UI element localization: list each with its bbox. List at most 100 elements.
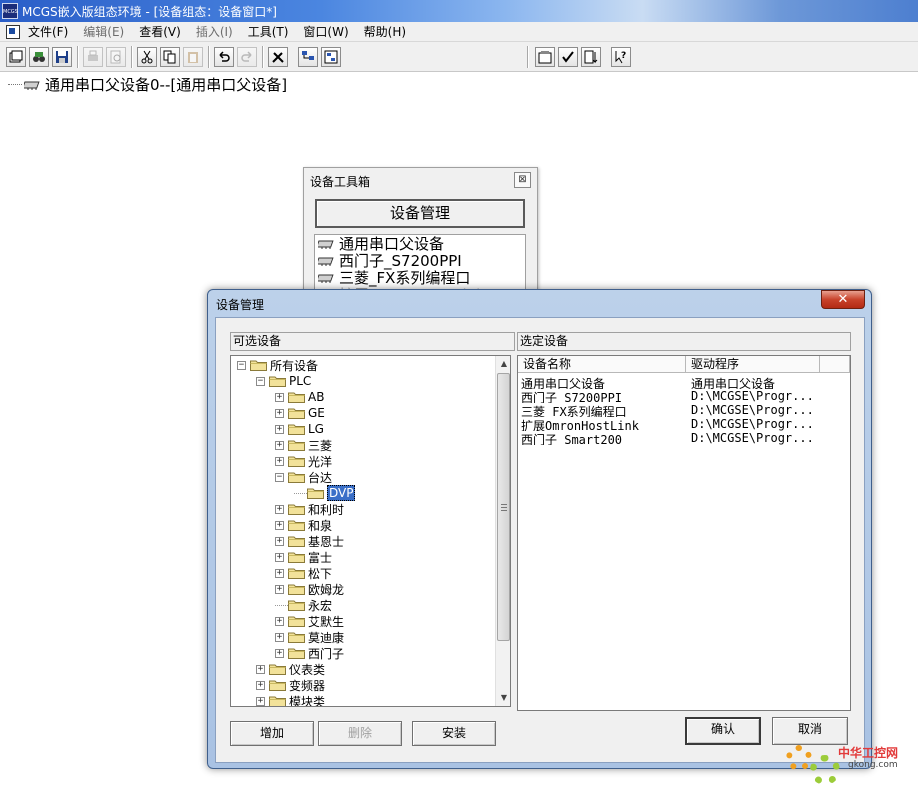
menu-item[interactable]: 查看(V) — [139, 23, 181, 40]
tree-node[interactable]: + 欧姆龙 — [275, 581, 344, 597]
collapse-icon[interactable]: − — [256, 376, 265, 386]
tree-node[interactable]: + AB — [275, 389, 324, 405]
tree-node[interactable]: − PLC — [256, 373, 311, 389]
collapse-icon[interactable]: − — [275, 472, 284, 482]
new-window-button[interactable] — [6, 47, 26, 67]
dialog-close-button[interactable]: ✕ — [821, 290, 865, 309]
delete-button[interactable]: 删除 — [318, 721, 402, 746]
folder-icon — [307, 488, 324, 499]
tree-node[interactable]: + 西门子 — [275, 645, 344, 661]
scroll-up-arrow-icon[interactable]: ▲ — [496, 356, 510, 372]
expand-icon[interactable]: + — [275, 408, 284, 418]
expand-icon[interactable]: + — [275, 520, 284, 530]
table-row[interactable]: 西门子_Smart200 D:\MCGSE\Progr... — [521, 431, 849, 445]
check-button[interactable] — [558, 47, 578, 67]
tree-node[interactable]: + 基恩士 — [275, 533, 344, 549]
ok-button[interactable]: 确认 — [685, 717, 761, 745]
cut-button[interactable] — [137, 47, 157, 67]
tree-node-label: 永宏 — [308, 598, 333, 613]
tree-node[interactable]: + 变频器 — [256, 677, 325, 693]
expand-icon[interactable]: + — [256, 680, 265, 690]
expand-icon[interactable]: + — [275, 440, 284, 450]
paste-button[interactable] — [183, 47, 203, 67]
tree-node[interactable]: + 模块类 — [256, 693, 325, 706]
menu-item[interactable]: 帮助(H) — [364, 23, 406, 40]
expand-icon[interactable]: + — [256, 696, 265, 706]
table-row[interactable]: 西门子_S7200PPI D:\MCGSE\Progr... — [521, 389, 849, 403]
device-window-button[interactable] — [321, 47, 341, 67]
menu-item[interactable]: 窗口(W) — [303, 23, 348, 40]
properties-button[interactable] — [535, 47, 555, 67]
folder-icon — [269, 680, 286, 691]
print-preview-button[interactable] — [106, 47, 126, 67]
table-row[interactable]: 通用串口父设备 通用串口父设备 — [521, 375, 849, 389]
tree-node[interactable]: − 所有设备 — [237, 357, 318, 373]
tree-node[interactable]: + 富士 — [275, 549, 332, 565]
expand-icon[interactable]: + — [275, 392, 284, 402]
tree-node[interactable]: + 三菱 — [275, 437, 332, 453]
tree-vertical-scrollbar[interactable]: ▲ ▼ — [495, 356, 510, 706]
expand-icon[interactable]: + — [275, 648, 284, 658]
save-button[interactable] — [52, 47, 72, 67]
svg-text:?: ? — [621, 51, 626, 61]
collapse-icon[interactable]: − — [237, 360, 246, 370]
tree-node[interactable]: DVP — [294, 485, 356, 501]
expand-icon[interactable]: + — [275, 584, 284, 594]
menu-item[interactable]: 插入(I) — [196, 23, 233, 40]
document-system-icon[interactable] — [6, 24, 20, 39]
scroll-down-arrow-icon[interactable]: ▼ — [496, 690, 510, 706]
sort-button[interactable] — [581, 47, 601, 67]
tree-node[interactable]: + 光洋 — [275, 453, 332, 469]
menu-item[interactable]: 编辑(E) — [83, 23, 124, 40]
expand-icon[interactable]: + — [275, 424, 284, 434]
column-driver[interactable]: 驱动程序 — [686, 356, 820, 373]
expand-icon[interactable]: + — [275, 536, 284, 546]
table-row[interactable]: 扩展OmronHostLink D:\MCGSE\Progr... — [521, 417, 849, 431]
tree-node[interactable]: + 莫迪康 — [275, 629, 344, 645]
serial-device-icon — [318, 257, 334, 266]
selected-devices-header: 选定设备 — [517, 332, 851, 351]
help-button[interactable]: ? — [611, 47, 631, 67]
selected-devices-list[interactable]: 设备名称 驱动程序 通用串口父设备 通用串口父设备 西门子_S7200PPI D:\M… — [517, 355, 851, 711]
expand-icon[interactable]: + — [275, 568, 284, 578]
undo-button[interactable] — [214, 47, 234, 67]
tools-button[interactable] — [268, 47, 288, 67]
expand-icon[interactable]: + — [275, 632, 284, 642]
expand-icon[interactable]: + — [275, 456, 284, 466]
install-button[interactable]: 安装 — [412, 721, 496, 746]
available-devices-tree[interactable]: ▲ ▼ − 所有设备 − PLC + AB + GE + LG + 三菱 + 光洋 − 台达 DVP + 和利时 + 和… — [230, 355, 511, 707]
menu-item[interactable]: 文件(F) — [28, 23, 68, 40]
column-device-name[interactable]: 设备名称 — [518, 356, 686, 373]
print-button[interactable] — [83, 47, 103, 67]
scrollbar-thumb[interactable] — [497, 373, 510, 641]
tree-node[interactable]: + 和利时 — [275, 501, 344, 517]
gear-icon — [786, 745, 812, 771]
tree-node[interactable]: + LG — [275, 421, 324, 437]
toolbox-close-button[interactable]: ⊠ — [514, 172, 531, 188]
tree-node[interactable]: + 和泉 — [275, 517, 332, 533]
open-button[interactable] — [29, 47, 49, 67]
tree-node[interactable]: 永宏 — [275, 597, 332, 613]
redo-button[interactable] — [237, 47, 257, 67]
tree-node[interactable]: + 仪表类 — [256, 661, 325, 677]
tree-node[interactable]: + GE — [275, 405, 325, 421]
table-row[interactable]: 三菱_FX系列编程口 D:\MCGSE\Progr... — [521, 403, 849, 417]
tree-node[interactable]: + 松下 — [275, 565, 332, 581]
expand-icon[interactable]: + — [275, 616, 284, 626]
add-button[interactable]: 增加 — [230, 721, 314, 746]
tree-node[interactable]: + 艾默生 — [275, 613, 344, 629]
folder-icon — [288, 392, 305, 403]
tree-node-label: 变频器 — [289, 678, 326, 693]
menu-item[interactable]: 工具(T) — [248, 23, 289, 40]
device-window-root-node[interactable]: 通用串口父设备0--[通用串口父设备] — [8, 74, 287, 94]
expand-icon[interactable]: + — [275, 552, 284, 562]
tree-node[interactable]: − 台达 — [275, 469, 332, 485]
list-header: 设备名称 驱动程序 — [518, 356, 850, 373]
device-manage-button[interactable]: 设备管理 — [315, 199, 525, 228]
expand-icon[interactable]: + — [256, 664, 265, 674]
device-config-button[interactable] — [298, 47, 318, 67]
copy-button[interactable] — [160, 47, 180, 67]
toolbar-separator — [77, 46, 79, 68]
expand-icon[interactable]: + — [275, 504, 284, 514]
device-management-dialog: 设备管理 ✕ 可选设备 选定设备 ▲ ▼ − 所有设备 − PLC + AB + GE + LG +… — [207, 289, 872, 769]
